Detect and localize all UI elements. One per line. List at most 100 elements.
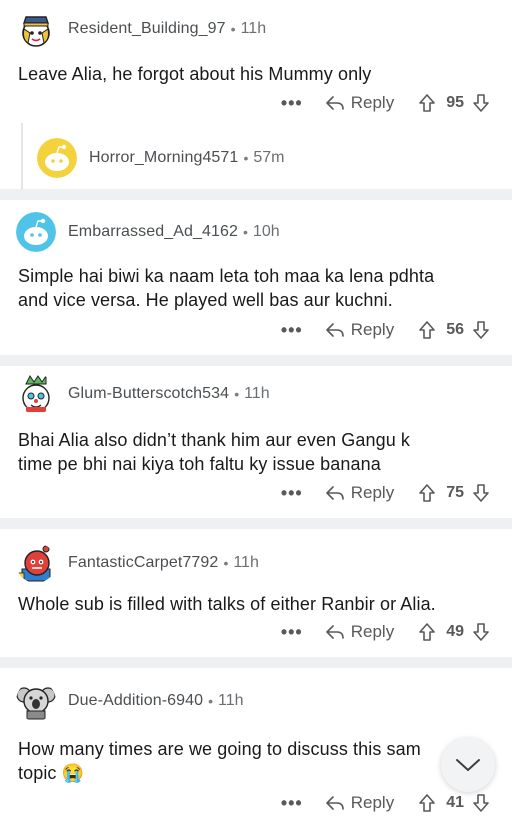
username[interactable]: Due-Addition-6940 xyxy=(68,692,203,710)
user-avatar[interactable] xyxy=(16,9,56,49)
reply-arrow-icon xyxy=(325,796,344,810)
comment-time: 11h xyxy=(218,692,244,709)
user-avatar[interactable] xyxy=(16,681,56,721)
comment: Resident_Building_97 • 11h Leave Alia, h… xyxy=(0,0,512,123)
comment: Embarrassed_Ad_4162 • 10h Simple hai biw… xyxy=(0,200,512,355)
snoo-default-avatar-icon xyxy=(37,138,77,178)
username[interactable]: Embarrassed_Ad_4162 xyxy=(68,223,238,241)
reply-label: Reply xyxy=(350,93,395,112)
child-comment[interactable]: Horror_Morning4571 • 57m xyxy=(0,123,512,189)
comment-actions: ••• Reply 95 xyxy=(281,86,512,120)
snoo-default-avatar-icon xyxy=(16,212,56,252)
comment-header: FantasticCarpet7792 • 11h xyxy=(16,543,259,583)
comment: FantasticCarpet7792 • 11h Whole sub is f… xyxy=(0,529,512,657)
reply-arrow-icon xyxy=(325,625,344,639)
reply-label: Reply xyxy=(350,793,395,812)
thread-line[interactable] xyxy=(21,123,23,189)
comment-time: 57m xyxy=(253,149,285,166)
comment-actions: ••• Reply 75 xyxy=(281,476,512,510)
scroll-to-next-button[interactable] xyxy=(441,738,495,792)
chevron-down-icon xyxy=(456,759,480,771)
downvote-icon[interactable] xyxy=(472,320,490,340)
reply-arrow-icon xyxy=(325,323,344,337)
comment-line: Whole sub is filled with talks of either… xyxy=(18,594,436,614)
username[interactable]: Horror_Morning4571 xyxy=(89,149,238,167)
reply-label: Reply xyxy=(350,483,395,502)
comment-header: Resident_Building_97 • 11h xyxy=(16,9,266,49)
more-options-button[interactable]: ••• xyxy=(281,320,303,341)
reply-button[interactable]: Reply xyxy=(325,622,394,642)
more-options-button[interactable]: ••• xyxy=(281,793,303,814)
comment-time: 10h xyxy=(252,223,280,240)
separator-dot: • xyxy=(230,21,236,37)
reply-arrow-icon xyxy=(325,96,344,110)
comment-line: Leave Alia, he forgot about his Mummy on… xyxy=(18,64,372,84)
comment-line: How many times are we going to discuss t… xyxy=(18,739,421,759)
vote-count: 56 xyxy=(446,321,464,338)
snoo-festive-avatar-icon xyxy=(22,374,50,412)
comment-divider xyxy=(0,518,512,529)
comment-actions: ••• Reply 41 xyxy=(281,786,512,820)
reply-label: Reply xyxy=(350,622,395,641)
comment-body: Bhai Alia also didn’t thank him aur even… xyxy=(18,428,410,476)
comment-actions: ••• Reply 56 xyxy=(281,313,512,347)
snoo-koala-avatar-icon xyxy=(16,687,56,720)
username[interactable]: FantasticCarpet7792 xyxy=(68,554,218,572)
comment-time: 11h xyxy=(240,20,267,37)
reply-button[interactable]: Reply xyxy=(325,320,394,340)
comment-header: Glum-Butterscotch534 • 11h xyxy=(16,374,270,414)
user-avatar[interactable] xyxy=(16,212,56,252)
reply-label: Reply xyxy=(350,320,395,339)
comment-body: Whole sub is filled with talks of either… xyxy=(18,592,436,616)
separator-dot: • xyxy=(208,693,214,709)
upvote-icon[interactable] xyxy=(418,483,436,503)
comment-line: Bhai Alia also didn’t thank him aur even… xyxy=(18,430,411,450)
more-options-button[interactable]: ••• xyxy=(281,622,303,643)
upvote-icon[interactable] xyxy=(418,320,436,340)
reply-button[interactable]: Reply xyxy=(325,483,394,503)
comment-body: How many times are we going to discuss t… xyxy=(18,737,421,785)
separator-dot: • xyxy=(243,224,248,240)
username[interactable]: Resident_Building_97 xyxy=(68,20,226,38)
comment-time: 11h xyxy=(233,554,259,571)
snoo-sailor-avatar-icon xyxy=(22,16,50,47)
comment-line: topic 😭 xyxy=(18,763,85,783)
comment-divider xyxy=(0,189,512,200)
more-options-button[interactable]: ••• xyxy=(281,93,303,114)
vote-count: 49 xyxy=(446,623,464,640)
vote-controls: 95 xyxy=(418,93,490,113)
user-avatar[interactable] xyxy=(37,138,77,178)
user-avatar[interactable] xyxy=(16,374,56,414)
vote-controls: 41 xyxy=(418,793,490,813)
downvote-icon[interactable] xyxy=(472,483,490,503)
vote-count: 41 xyxy=(446,794,464,811)
comment: Glum-Butterscotch534 • 11h Bhai Alia als… xyxy=(0,366,512,518)
downvote-icon[interactable] xyxy=(472,793,490,813)
comment: Due-Addition-6940 • 11h How many times a… xyxy=(0,668,512,826)
comment-time: 11h xyxy=(244,385,270,402)
comment-divider xyxy=(0,355,512,366)
snoo-red-robot-avatar-icon xyxy=(17,545,51,582)
reply-arrow-icon xyxy=(325,486,344,500)
comment-body: Leave Alia, he forgot about his Mummy on… xyxy=(18,62,371,86)
downvote-icon[interactable] xyxy=(472,622,490,642)
comment-line: and vice versa. He played well bas aur k… xyxy=(18,290,393,310)
downvote-icon[interactable] xyxy=(472,93,490,113)
upvote-icon[interactable] xyxy=(418,793,436,813)
username[interactable]: Glum-Butterscotch534 xyxy=(68,385,229,403)
vote-count: 75 xyxy=(446,484,464,501)
reply-button[interactable]: Reply xyxy=(325,793,394,813)
user-avatar[interactable] xyxy=(16,543,56,583)
comment-header: Due-Addition-6940 • 11h xyxy=(16,681,244,721)
vote-controls: 56 xyxy=(418,320,490,340)
comment-actions: ••• Reply 49 xyxy=(281,615,512,649)
comment-header: Embarrassed_Ad_4162 • 10h xyxy=(16,212,280,252)
more-options-button[interactable]: ••• xyxy=(281,483,303,504)
comment-header: Horror_Morning4571 • 57m xyxy=(37,138,284,178)
upvote-icon[interactable] xyxy=(418,93,436,113)
comment-body: Simple hai biwi ka naam leta toh maa ka … xyxy=(18,264,434,312)
separator-dot: • xyxy=(234,386,240,402)
separator-dot: • xyxy=(223,555,229,571)
upvote-icon[interactable] xyxy=(418,622,436,642)
reply-button[interactable]: Reply xyxy=(325,93,394,113)
